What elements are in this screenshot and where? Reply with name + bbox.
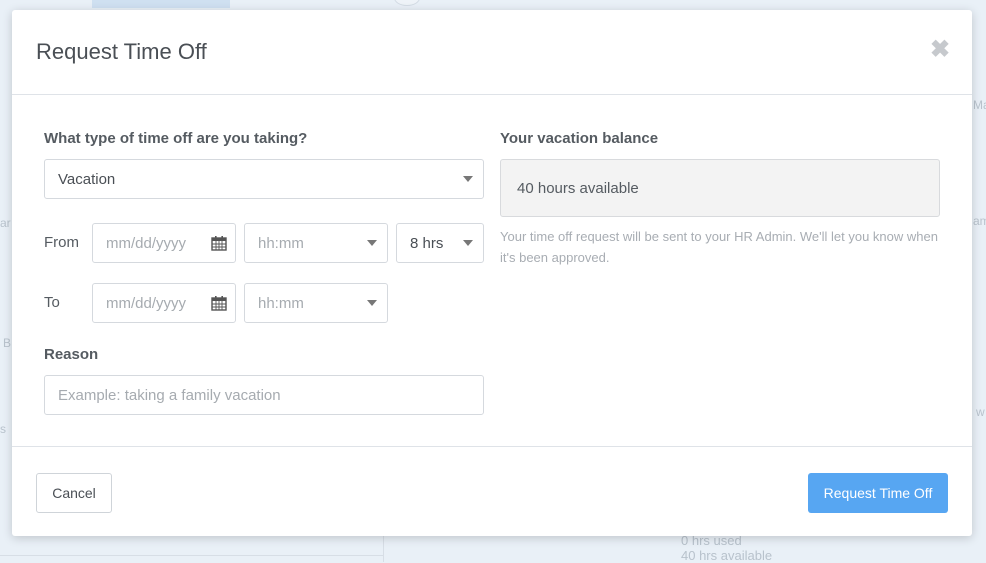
to-date-placeholder: mm/dd/yyyy [106,294,187,312]
background-edge-text: B [3,336,12,350]
to-label: To [44,294,60,311]
vacation-balance-label: Your vacation balance [500,130,659,147]
vacation-balance-value: 40 hours available [517,179,639,197]
background-active-tab [92,0,230,8]
reason-placeholder: Example: taking a family vacation [58,386,281,404]
request-time-off-button[interactable]: Request Time Off [808,473,948,513]
from-date-placeholder: mm/dd/yyyy [106,234,187,252]
hours-value: 8 hrs [410,234,444,252]
request-time-off-modal: Request Time Off ✖ What type of time off… [12,10,972,536]
modal-title: Request Time Off [36,39,207,64]
chevron-down-icon [463,240,473,246]
calendar-icon [211,236,227,251]
background-edge-text: w [976,405,985,419]
from-time-placeholder: hh:mm [258,234,304,252]
hours-select[interactable]: 8 hrs [396,223,484,263]
approval-note: Your time off request will be sent to yo… [500,229,938,265]
modal-footer: Cancel Request Time Off [12,446,972,537]
chevron-down-icon [367,240,377,246]
time-off-type-select[interactable]: Vacation [44,159,484,199]
reason-label: Reason [44,346,99,363]
to-date-input[interactable]: mm/dd/yyyy [92,283,236,323]
close-icon[interactable]: ✖ [928,38,952,62]
chevron-down-icon [463,176,473,182]
background-avatar [394,0,420,6]
background-edge-text: am [973,214,986,228]
time-off-type-label: What type of time off are you taking? [44,130,308,147]
background-edge-text: s [0,422,6,436]
cancel-button[interactable]: Cancel [36,473,112,513]
chevron-down-icon [367,300,377,306]
reason-input[interactable]: Example: taking a family vacation [44,375,484,415]
background-hours-available: 40 hrs available [681,548,773,563]
background-edge-text: Ma [973,98,986,112]
background-edge-text: ar [0,216,11,230]
to-time-select[interactable]: hh:mm [244,283,388,323]
time-off-type-value: Vacation [58,170,116,188]
from-label: From [44,234,79,251]
vacation-balance-box: 40 hours available [500,159,940,217]
from-date-input[interactable]: mm/dd/yyyy [92,223,236,263]
calendar-icon [211,296,227,311]
from-time-select[interactable]: hh:mm [244,223,388,263]
modal-header: Request Time Off ✖ [12,10,972,95]
to-time-placeholder: hh:mm [258,294,304,312]
background-divider [0,555,383,556]
background-divider [383,536,384,562]
